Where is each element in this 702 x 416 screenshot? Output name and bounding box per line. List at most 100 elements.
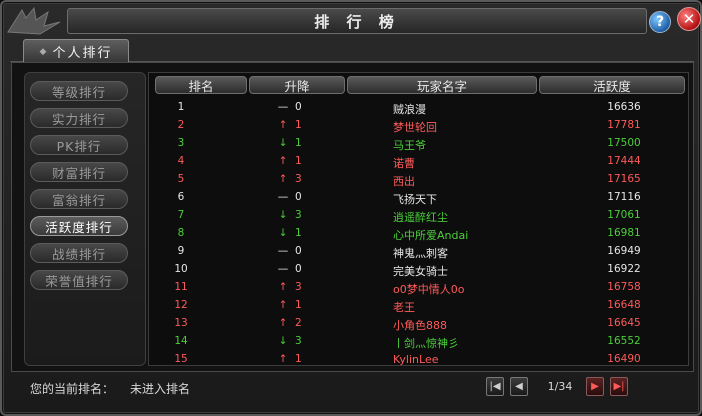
header-change[interactable]: 升降 xyxy=(249,76,345,94)
table-row[interactable]: 7 ↓ 3 逍遥醉红尘 17061 xyxy=(149,207,690,225)
table-row[interactable]: 10 — 0 完美女骑士 16922 xyxy=(149,261,690,279)
up-arrow-icon: ↑ xyxy=(278,281,288,293)
player-name-cell: 梦世轮回 xyxy=(393,121,437,134)
header-player-name[interactable]: 玩家名字 xyxy=(347,76,537,94)
player-name-cell: 心中所爱Andai xyxy=(393,229,469,242)
player-name-cell: 诺曹 xyxy=(393,157,415,170)
next-page-icon: ▶ xyxy=(591,381,599,392)
dash-icon: — xyxy=(277,191,289,203)
activity-cell: 16949 xyxy=(607,245,641,257)
wing-ornament-icon xyxy=(7,6,61,35)
title-bar[interactable]: 排 行 榜 xyxy=(67,8,647,34)
prev-page-button[interactable]: ◀ xyxy=(510,377,528,396)
dash-icon: — xyxy=(277,263,289,275)
last-page-icon: ▶| xyxy=(613,381,625,392)
player-name-cell: KylinLee xyxy=(393,353,439,366)
change-cell: 0 xyxy=(295,263,302,275)
activity-cell: 16645 xyxy=(607,317,641,329)
diamond-icon: ◆ xyxy=(39,46,47,57)
category-button-2[interactable]: 实力排行 xyxy=(30,108,128,128)
change-cell: 1 xyxy=(295,299,302,311)
rank-cell: 5 xyxy=(177,173,185,185)
rank-cell: 13 xyxy=(174,317,188,329)
change-cell: 1 xyxy=(295,353,302,365)
change-cell: 0 xyxy=(295,101,302,113)
header-activity[interactable]: 活跃度 xyxy=(539,76,685,94)
player-name-cell: 贼浪漫 xyxy=(393,103,426,116)
table-row[interactable]: 11 ↑ 3 o0梦中情人0o 16758 xyxy=(149,279,690,297)
content-area: 等级排行实力排行 PK排行财富排行富翁排行活跃度排行战绩排行荣誉值排行 排名 升降… xyxy=(11,62,694,372)
category-button-5[interactable]: 富翁排行 xyxy=(30,189,128,209)
table-row[interactable]: 8 ↓ 1 心中所爱Andai 16981 xyxy=(149,225,690,243)
activity-cell: 17781 xyxy=(607,119,641,131)
player-name-cell: 马王爷 xyxy=(393,139,426,152)
player-name-cell: 老王 xyxy=(393,301,415,314)
change-cell: 1 xyxy=(295,137,302,149)
rank-cell: 3 xyxy=(177,137,185,149)
down-arrow-icon: ↓ xyxy=(278,137,288,149)
rank-cell: 8 xyxy=(177,227,185,239)
last-page-button[interactable]: ▶| xyxy=(610,377,628,396)
table-row[interactable]: 6 — 0 飞扬天下 17116 xyxy=(149,189,690,207)
rank-cell: 10 xyxy=(174,263,188,275)
dash-icon: — xyxy=(277,101,289,113)
up-arrow-icon: ↑ xyxy=(278,317,288,329)
table-row[interactable]: 4 ↑ 1 诺曹 17444 xyxy=(149,153,690,171)
activity-cell: 16636 xyxy=(607,101,641,113)
change-cell: 1 xyxy=(295,155,302,167)
player-name-cell: 神鬼灬刺客 xyxy=(393,247,448,260)
first-page-icon: |◀ xyxy=(489,381,501,392)
prev-page-icon: ◀ xyxy=(515,381,523,392)
up-arrow-icon: ↑ xyxy=(278,119,288,131)
table-row[interactable]: 9 — 0 神鬼灬刺客 16949 xyxy=(149,243,690,261)
change-cell: 2 xyxy=(295,317,302,329)
rank-cell: 14 xyxy=(174,335,188,347)
table-row[interactable]: 1 — 0 贼浪漫 16636 xyxy=(149,99,690,117)
rank-cell: 11 xyxy=(174,281,188,293)
activity-cell: 17116 xyxy=(607,191,641,203)
first-page-button[interactable]: |◀ xyxy=(486,377,504,396)
question-icon: ? xyxy=(655,14,665,30)
change-cell: 3 xyxy=(295,173,302,185)
category-button-4[interactable]: 财富排行 xyxy=(30,162,128,182)
help-button[interactable]: ? xyxy=(649,11,671,33)
close-button[interactable]: ✕ xyxy=(677,7,701,31)
category-button-1[interactable]: 等级排行 xyxy=(30,81,128,101)
activity-cell: 17500 xyxy=(607,137,641,149)
rank-cell: 2 xyxy=(177,119,185,131)
up-arrow-icon: ↑ xyxy=(278,353,288,365)
tab-label: 个人排行 xyxy=(52,46,113,61)
header-rank[interactable]: 排名 xyxy=(155,76,247,94)
category-button-3[interactable]: PK排行 xyxy=(30,135,128,155)
down-arrow-icon: ↓ xyxy=(278,335,288,347)
activity-cell: 16552 xyxy=(607,335,641,347)
table-row[interactable]: 14 ↓ 3 丨剑灬惊神彡 16552 xyxy=(149,333,690,351)
ranking-window: 排 行 榜 ? ✕ ◆ 个人排行 等级排行 实力排行 PK排行 财富排行 富翁排行 活跃度… xyxy=(0,0,702,416)
table-row[interactable]: 3 ↓ 1 马王爷 17500 xyxy=(149,135,690,153)
category-button-8[interactable]: 荣誉值排行 xyxy=(30,270,128,290)
player-name-cell: o0梦中情人0o xyxy=(393,283,465,296)
down-arrow-icon: ↓ xyxy=(278,209,288,221)
close-icon: ✕ xyxy=(682,10,696,28)
player-name-cell: 小角色888 xyxy=(393,319,447,332)
rank-cell: 6 xyxy=(177,191,185,203)
category-button-6[interactable]: 活跃度排行 xyxy=(30,216,128,236)
change-cell: 1 xyxy=(295,227,302,239)
player-name-cell: 逍遥醉红尘 xyxy=(393,211,448,224)
next-page-button[interactable]: ▶ xyxy=(586,377,604,396)
table-row[interactable]: 2 ↑ 1 梦世轮回 17781 xyxy=(149,117,690,135)
table-row[interactable]: 5 ↑ 3 西出 17165 xyxy=(149,171,690,189)
table-row[interactable]: 15 ↑ 1 KylinLee 16490 xyxy=(149,351,690,369)
activity-cell: 17444 xyxy=(607,155,641,167)
category-button-7[interactable]: 战绩排行 xyxy=(30,243,128,263)
rank-cell: 12 xyxy=(174,299,188,311)
change-cell: 0 xyxy=(295,245,302,257)
change-cell: 3 xyxy=(295,335,302,347)
table-row[interactable]: 12 ↑ 1 老王 16648 xyxy=(149,297,690,315)
rank-cell: 4 xyxy=(177,155,185,167)
activity-cell: 16922 xyxy=(607,263,641,275)
change-cell: 3 xyxy=(295,209,302,221)
tab-personal-ranking[interactable]: ◆ 个人排行 xyxy=(23,39,129,63)
rank-cell: 9 xyxy=(177,245,185,257)
table-row[interactable]: 13 ↑ 2 小角色888 16645 xyxy=(149,315,690,333)
